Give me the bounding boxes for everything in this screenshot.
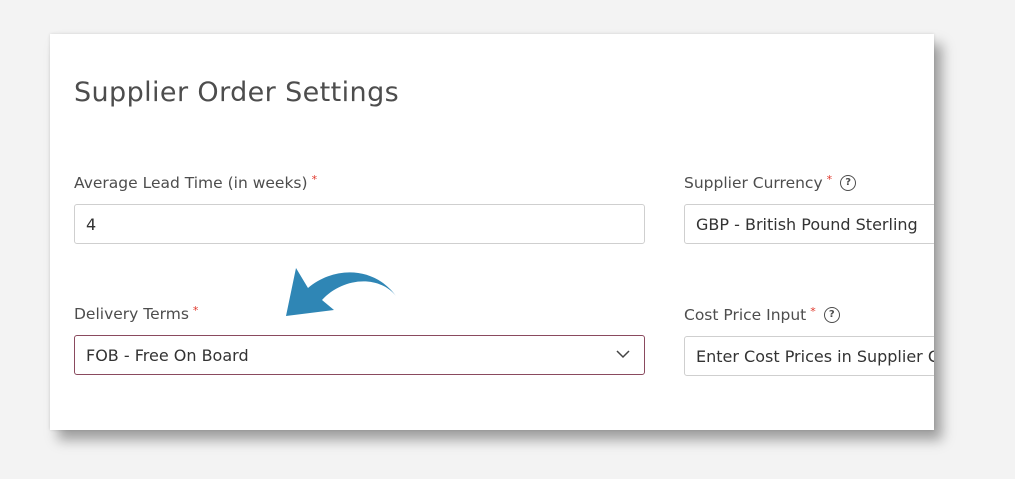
supplier-currency-label-text: Supplier Currency: [684, 174, 823, 192]
cost-price-input-value: Enter Cost Prices in Supplier Currency: [696, 346, 934, 366]
question-circle-icon[interactable]: ?: [823, 307, 840, 323]
cost-price-input-select[interactable]: Enter Cost Prices in Supplier Currency: [684, 336, 934, 376]
page-title: Supplier Order Settings: [74, 77, 400, 108]
lead-time-value: 4: [86, 214, 97, 234]
required-marker: *: [826, 172, 833, 186]
chevron-down-icon: [616, 350, 630, 359]
supplier-order-settings-card: Supplier Order Settings Average Lead Tim…: [50, 34, 934, 430]
curved-arrow-icon: [286, 268, 396, 316]
supplier-currency-value: GBP - British Pound Sterling: [696, 214, 918, 234]
question-circle-icon[interactable]: ?: [840, 175, 857, 191]
cost-price-input-label-text: Cost Price Input: [684, 306, 807, 324]
supplier-currency-label: Supplier Currency * ?: [684, 172, 857, 192]
delivery-terms-label: Delivery Terms *: [74, 303, 199, 324]
supplier-currency-select[interactable]: GBP - British Pound Sterling: [684, 204, 934, 244]
lead-time-label-text: Average Lead Time (in weeks): [74, 174, 308, 192]
required-marker: *: [192, 303, 199, 317]
cost-price-input-label: Cost Price Input * ?: [684, 304, 840, 324]
delivery-terms-label-text: Delivery Terms: [74, 305, 189, 323]
required-marker: *: [311, 172, 318, 186]
delivery-terms-select[interactable]: FOB - Free On Board: [74, 335, 645, 375]
required-marker: *: [810, 304, 816, 318]
lead-time-input[interactable]: 4: [74, 204, 645, 244]
delivery-terms-value: FOB - Free On Board: [86, 345, 249, 365]
lead-time-label: Average Lead Time (in weeks) *: [74, 172, 318, 193]
